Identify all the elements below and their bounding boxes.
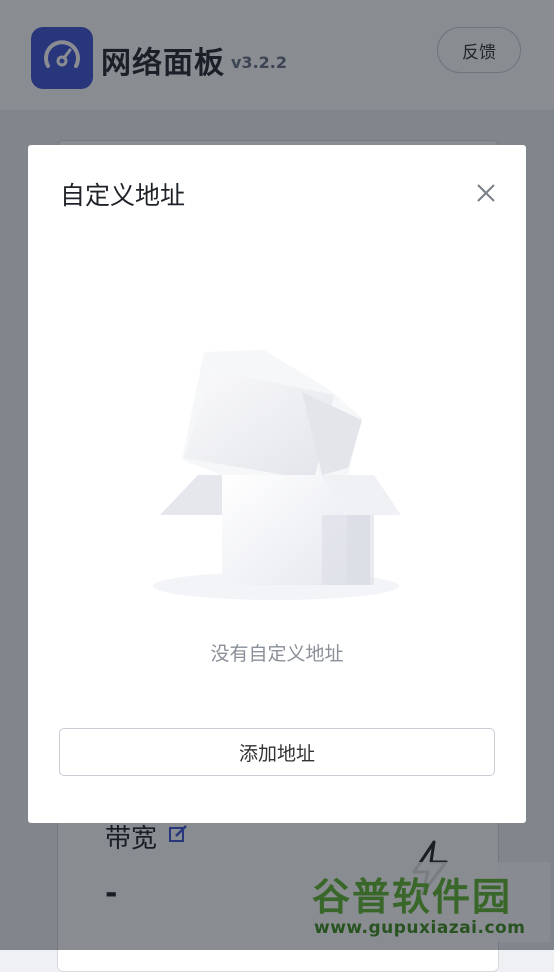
close-icon[interactable] <box>474 181 498 205</box>
empty-message: 没有自定义地址 <box>210 643 344 665</box>
dialog-title: 自定义地址 <box>60 181 186 210</box>
empty-box-icon <box>152 350 402 614</box>
custom-address-dialog: 自定义地址 没有自定义地址 添加地址 <box>28 145 526 823</box>
add-address-button[interactable]: 添加地址 <box>59 728 495 776</box>
